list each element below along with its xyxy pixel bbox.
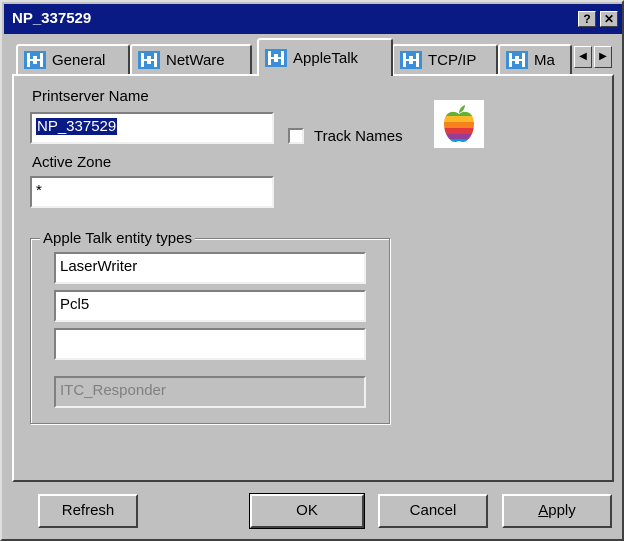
tab-scroll-right-button[interactable]: ▶: [594, 46, 612, 68]
refresh-button[interactable]: Refresh: [38, 494, 138, 528]
tab-appletalk[interactable]: AppleTalk: [257, 38, 393, 76]
printserver-name-label: Printserver Name: [32, 88, 149, 105]
dialog-window: NP_337529 ? ✕ General NetWare TCP/IP Ma …: [0, 0, 624, 541]
entity-type-input-3[interactable]: [54, 328, 366, 360]
ok-button[interactable]: OK: [249, 493, 365, 529]
help-button[interactable]: ?: [578, 11, 596, 27]
tab-general-label: General: [52, 51, 106, 69]
active-zone-label: Active Zone: [32, 154, 112, 171]
window-title: NP_337529: [12, 10, 92, 27]
close-button[interactable]: ✕: [600, 11, 618, 27]
network-icon: [138, 51, 160, 69]
tab-netware-label: NetWare: [166, 51, 225, 69]
cancel-button[interactable]: Cancel: [378, 494, 488, 528]
apple-logo: [434, 100, 484, 148]
tab-tcpip-label: TCP/IP: [428, 51, 477, 69]
title-bar[interactable]: NP_337529 ? ✕: [4, 4, 622, 34]
entity-type-input-4: ITC_Responder: [54, 376, 366, 408]
entity-type-input-2[interactable]: Pcl5: [54, 290, 366, 322]
network-icon: [265, 49, 287, 67]
entity-types-group-label: Apple Talk entity types: [40, 230, 195, 247]
tab-scroll-left-button[interactable]: ◀: [574, 46, 592, 68]
network-icon: [506, 51, 528, 69]
tab-netware[interactable]: NetWare: [130, 44, 252, 74]
apply-button[interactable]: Apply: [502, 494, 612, 528]
track-names-label: Track Names: [314, 128, 403, 145]
tab-general[interactable]: General: [16, 44, 130, 74]
entity-type-input-1[interactable]: LaserWriter: [54, 252, 366, 284]
tab-tcpip[interactable]: TCP/IP: [392, 44, 498, 74]
entity-type-value-1: LaserWriter: [60, 258, 138, 275]
tab-ma-label: Ma: [534, 51, 555, 69]
printserver-name-value: NP_337529: [36, 118, 118, 135]
active-zone-input[interactable]: *: [30, 176, 274, 208]
tab-ma[interactable]: Ma: [498, 44, 572, 74]
entity-type-value-4: ITC_Responder: [60, 382, 166, 399]
apple-icon: [444, 105, 474, 142]
network-icon: [400, 51, 422, 69]
network-icon: [24, 51, 46, 69]
printserver-name-input[interactable]: NP_337529: [30, 112, 274, 144]
active-zone-value: *: [36, 182, 42, 199]
track-names-checkbox[interactable]: [288, 128, 304, 144]
entity-type-value-2: Pcl5: [60, 296, 90, 313]
tab-appletalk-label: AppleTalk: [293, 49, 359, 67]
